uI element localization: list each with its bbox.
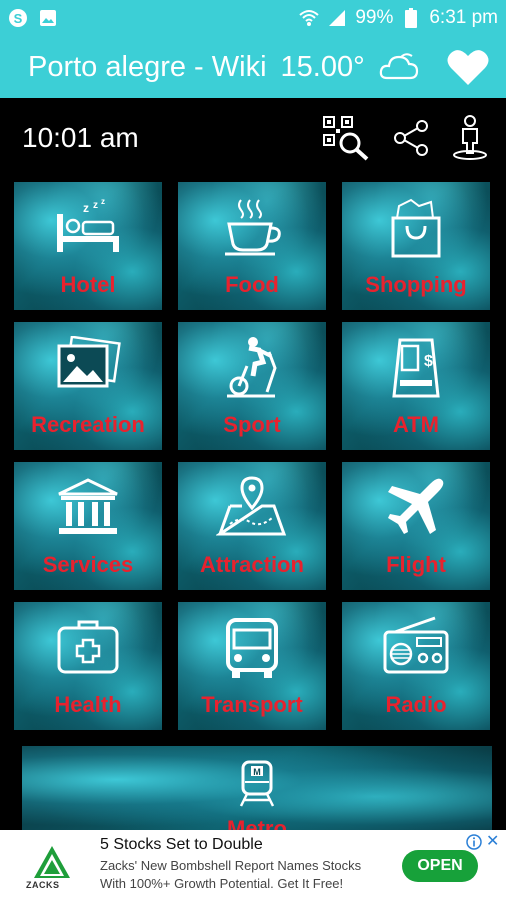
heart-icon[interactable] <box>446 47 490 87</box>
map-pin-icon <box>178 476 326 538</box>
category-food[interactable]: Food <box>178 182 326 310</box>
category-health[interactable]: Health <box>14 602 162 730</box>
category-radio[interactable]: Radio <box>342 602 490 730</box>
svg-text:z: z <box>101 197 105 206</box>
category-recreation[interactable]: Recreation <box>14 322 162 450</box>
page-title: Porto alegre - Wiki <box>28 50 267 83</box>
skype-icon: S <box>8 8 28 28</box>
exercise-bike-icon <box>178 336 326 400</box>
category-services[interactable]: Services <box>14 462 162 590</box>
ad-banner[interactable]: ZACKS 5 Stocks Set to Double Zacks' New … <box>0 830 506 900</box>
category-hotel[interactable]: z z z Hotel <box>14 182 162 310</box>
category-label: Recreation <box>31 412 145 437</box>
category-metro[interactable]: M Metro <box>22 746 492 830</box>
status-bar: S 99% 6:31 pm <box>0 0 506 36</box>
bank-building-icon <box>14 476 162 536</box>
category-label: Attraction <box>200 552 304 577</box>
svg-text:z: z <box>93 200 98 211</box>
first-aid-kit-icon <box>14 616 162 676</box>
app-bar: Porto alegre - Wiki 15.00° <box>0 36 506 98</box>
radio-icon <box>342 616 490 676</box>
category-flight[interactable]: Flight <box>342 462 490 590</box>
shopping-bag-icon <box>342 196 490 260</box>
category-label: Food <box>225 272 279 297</box>
category-shopping[interactable]: Shopping <box>342 182 490 310</box>
temperature: 15.00° <box>280 50 365 83</box>
category-label: Health <box>54 692 122 717</box>
category-label: Flight <box>386 552 446 577</box>
category-transport[interactable]: Transport <box>178 602 326 730</box>
battery-percent: 99% <box>355 7 394 28</box>
svg-text:S: S <box>14 11 23 26</box>
share-icon[interactable] <box>392 120 430 156</box>
ad-open-button[interactable]: OPEN <box>402 850 478 882</box>
wifi-icon <box>299 8 319 28</box>
hotel-bed-icon: z z z <box>14 196 162 256</box>
picture-icon <box>14 336 162 394</box>
category-label: Metro <box>227 816 287 830</box>
coffee-cup-icon <box>178 196 326 258</box>
bus-icon <box>178 616 326 680</box>
category-label: Sport <box>223 412 281 437</box>
category-attraction[interactable]: Attraction <box>178 462 326 590</box>
category-grid: z z z Hotel Food Shopping Recreation Spo… <box>14 182 494 730</box>
category-label: ATM <box>392 412 440 437</box>
svg-text:$: $ <box>424 353 433 370</box>
svg-text:z: z <box>83 201 89 215</box>
airplane-icon <box>342 476 490 538</box>
info-icon[interactable] <box>466 834 482 850</box>
battery-icon <box>401 8 421 28</box>
signal-icon <box>327 8 347 28</box>
atm-machine-icon: $ <box>342 336 490 400</box>
category-label: Services <box>42 552 134 577</box>
metro-train-icon: M <box>22 760 492 808</box>
close-icon[interactable]: ✕ <box>486 834 499 850</box>
gallery-icon <box>38 8 58 28</box>
clock: 10:01 am <box>22 122 139 153</box>
toolbar: 10:01 am <box>0 98 506 178</box>
person-location-icon[interactable] <box>452 115 488 161</box>
category-label: Transport <box>201 692 303 717</box>
qr-search-icon[interactable] <box>322 115 370 161</box>
category-label: Radio <box>385 692 447 717</box>
cloud-icon <box>379 52 419 82</box>
status-time: 6:31 pm <box>429 7 498 28</box>
ad-title: 5 Stocks Set to Double <box>100 836 263 853</box>
category-label: Shopping <box>365 272 467 297</box>
ad-body: Zacks' New Bombshell Report Names Stocks… <box>100 858 362 891</box>
ad-logo-text: ZACKS <box>26 880 60 890</box>
category-sport[interactable]: Sport <box>178 322 326 450</box>
svg-text:M: M <box>253 767 261 777</box>
category-label: Hotel <box>60 272 116 297</box>
category-atm[interactable]: $ ATM <box>342 322 490 450</box>
